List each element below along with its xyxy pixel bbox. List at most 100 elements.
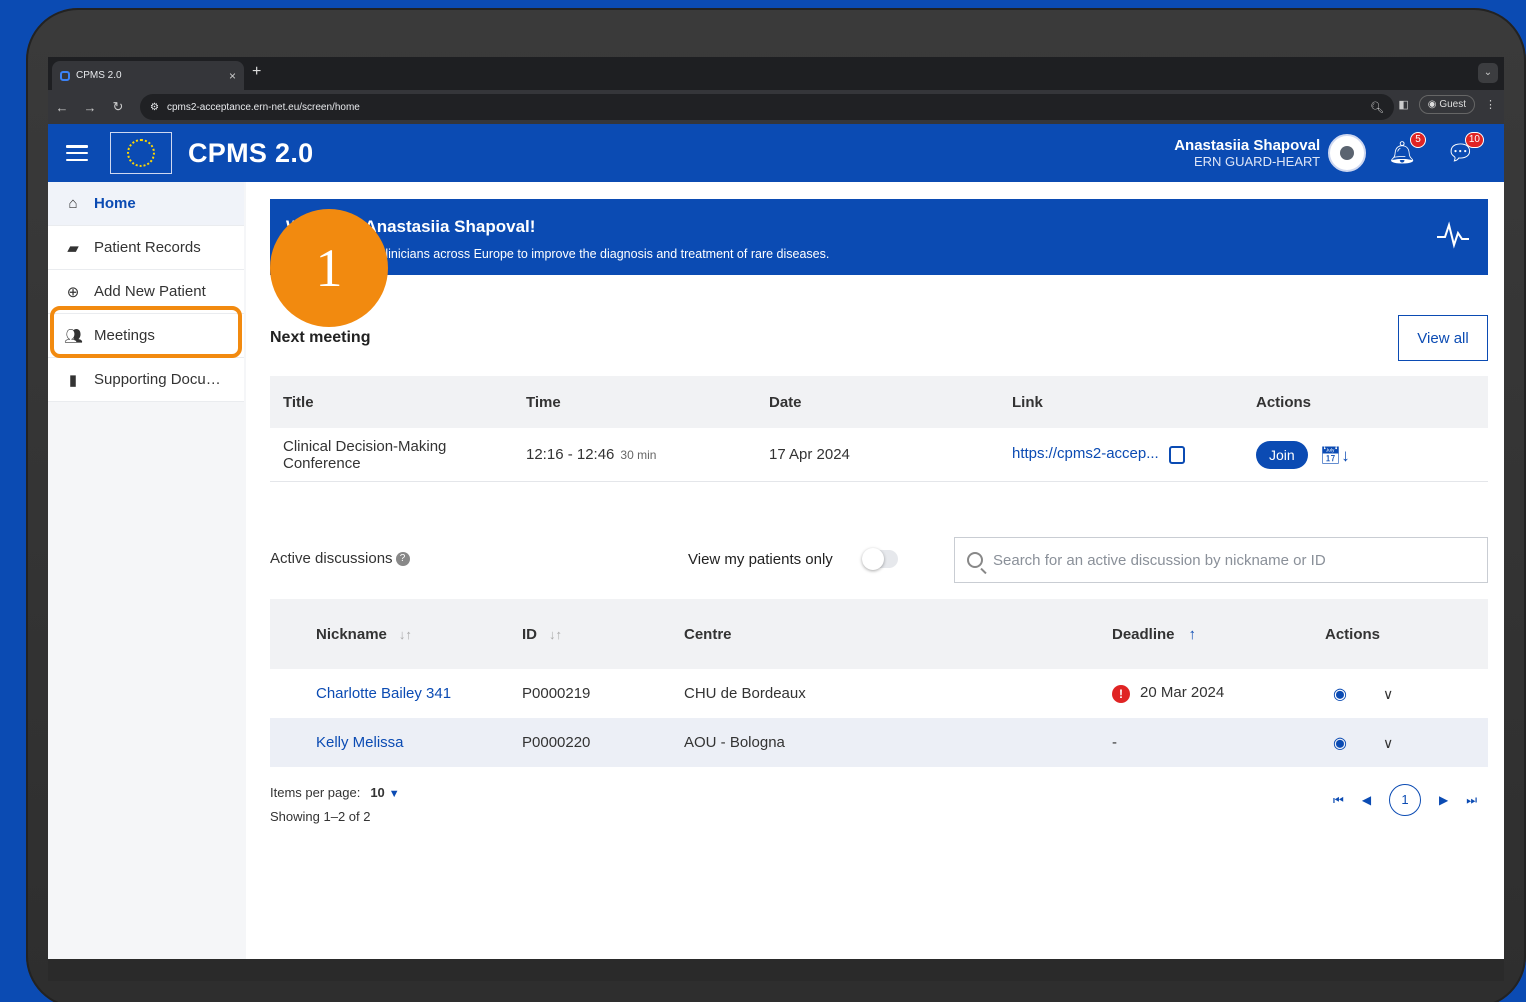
- welcome-banner: Welcome Anastasiia Shapoval! Collaborate…: [270, 199, 1488, 275]
- view-all-button[interactable]: View all: [1398, 315, 1488, 361]
- favicon-icon: [60, 70, 70, 81]
- app-header: CPMS 2.0 Anastasiia Shapoval ERN GUARD-H…: [48, 124, 1504, 182]
- column-header-nickname[interactable]: Nickname ↓↑: [270, 626, 522, 643]
- view-eye-icon[interactable]: ◉: [1333, 735, 1347, 752]
- sidebar-item-label: Home: [94, 195, 136, 212]
- meeting-actions: Join 📅︎↓: [1243, 440, 1488, 469]
- plus-circle-icon: ⊕: [66, 283, 80, 301]
- sort-icon[interactable]: ↓↑: [549, 627, 562, 642]
- meetings-highlight-box: [50, 306, 242, 358]
- back-icon[interactable]: ←: [48, 100, 76, 115]
- sidebar-item-patient-records[interactable]: ▰ Patient Records: [48, 226, 244, 270]
- active-discussions-label: Active discussions?: [270, 550, 410, 567]
- file-icon: ▮: [68, 371, 78, 389]
- next-meeting-title: Next meeting: [270, 329, 371, 346]
- sidebar-item-label: Supporting Docu…: [94, 371, 221, 388]
- browser-menu-icon[interactable]: ⋮: [1485, 98, 1496, 111]
- table-row[interactable]: Charlotte Bailey 341 P0000219 CHU de Bor…: [270, 669, 1488, 718]
- help-icon[interactable]: ?: [395, 552, 410, 567]
- view-eye-icon[interactable]: ◉: [1333, 686, 1347, 703]
- tab-search-button[interactable]: ⌄: [1478, 63, 1498, 83]
- nickname-header-label: Nickname: [316, 625, 387, 643]
- browser-tab[interactable]: CPMS 2.0 ×: [52, 61, 244, 90]
- patient-nickname[interactable]: Charlotte Bailey 341: [270, 685, 522, 702]
- home-icon: ⌂: [68, 195, 78, 212]
- join-button[interactable]: Join: [1256, 440, 1308, 469]
- next-page-icon[interactable]: ▶: [1439, 793, 1448, 807]
- meeting-date: 17 Apr 2024: [769, 446, 850, 463]
- sidebar-item-home[interactable]: ⌂ Home: [48, 182, 244, 226]
- meeting-link[interactable]: https://cpms2-accep...: [1012, 445, 1159, 462]
- menu-icon[interactable]: [66, 145, 88, 161]
- search-input[interactable]: [993, 551, 1463, 569]
- chevron-down-icon[interactable]: ∨: [1383, 735, 1393, 751]
- prev-page-icon[interactable]: ◀: [1362, 793, 1371, 807]
- notifications-badge: 5: [1410, 132, 1427, 148]
- avatar[interactable]: [1328, 134, 1367, 172]
- chevron-down-icon[interactable]: ∨: [1383, 686, 1393, 702]
- welcome-text: Welcome Anastasiia Shapoval!: [286, 217, 536, 236]
- showing-count: Showing 1–2 of 2: [270, 809, 371, 824]
- overdue-alert-icon: !: [1112, 684, 1130, 703]
- calendar-download-icon[interactable]: 📅︎↓: [1320, 446, 1350, 466]
- page-number-button[interactable]: 1: [1389, 784, 1422, 816]
- discussion-search[interactable]: [954, 537, 1488, 583]
- site-info-icon[interactable]: ⚙: [150, 102, 159, 113]
- patient-centre: CHU de Bordeaux: [684, 685, 806, 702]
- folder-icon: ▰: [67, 239, 79, 257]
- patient-id: P0000220: [522, 734, 591, 751]
- sidebar-item-supporting-documents[interactable]: ▮ Supporting Docu…: [48, 358, 244, 402]
- items-per-page-label: Items per page:: [270, 785, 361, 800]
- tab-title: CPMS 2.0: [76, 70, 122, 81]
- tab-close-icon[interactable]: ×: [229, 69, 236, 83]
- new-tab-button[interactable]: +: [252, 63, 261, 81]
- deadline-header-label: Deadline: [1112, 625, 1175, 643]
- last-page-icon[interactable]: ⏭: [1466, 793, 1477, 808]
- user-info[interactable]: Anastasiia Shapoval ERN GUARD-HEART: [1174, 137, 1320, 169]
- address-bar: ← → ↻ ⚙ cpms2-acceptance.ern-net.eu/scre…: [48, 90, 1504, 124]
- sort-ascending-icon[interactable]: ↑: [1189, 626, 1197, 643]
- notifications-button[interactable]: 🔔︎ 5: [1388, 132, 1427, 166]
- profile-button[interactable]: ◉ Guest: [1418, 95, 1475, 114]
- caret-down-icon[interactable]: ▼: [389, 788, 400, 800]
- table-row: Clinical Decision-Making Conference 12:1…: [270, 428, 1488, 482]
- zoom-icon[interactable]: 🔍︎: [1370, 101, 1384, 114]
- active-discussions-text: Active discussions: [270, 550, 393, 567]
- first-page-icon[interactable]: ⏮: [1333, 793, 1344, 808]
- side-panel-icon[interactable]: ◧: [1398, 98, 1408, 111]
- user-name: Anastasiia Shapoval: [1174, 137, 1321, 154]
- reload-icon[interactable]: ↻: [104, 99, 132, 115]
- deadline: 20 Mar 2024: [1140, 684, 1225, 702]
- heartbeat-icon: [1436, 221, 1470, 256]
- sort-icon[interactable]: ↓↑: [399, 627, 412, 642]
- step-marker: 1: [270, 209, 388, 327]
- column-header-id[interactable]: ID ↓↑: [522, 626, 684, 643]
- column-header-deadline[interactable]: Deadline ↑: [1112, 626, 1325, 643]
- column-header-actions: Actions: [1325, 625, 1381, 643]
- device-bottom-bezel: [48, 959, 1504, 981]
- copy-icon[interactable]: [1168, 445, 1185, 464]
- messages-button[interactable]: 💬︎ 10: [1446, 132, 1484, 166]
- patient-id: P0000219: [522, 685, 591, 702]
- app-title: CPMS 2.0: [188, 137, 314, 168]
- table-row[interactable]: Kelly Melissa P0000220 AOU - Bologna - ◉…: [270, 718, 1488, 767]
- meeting-link-cell: https://cpms2-accep...: [999, 445, 1243, 464]
- meeting-time: 12:16 - 12:46: [526, 446, 615, 463]
- column-header-time: Time: [526, 393, 561, 411]
- sidebar-item-label: Add New Patient: [94, 283, 206, 300]
- url-field[interactable]: ⚙ cpms2-acceptance.ern-net.eu/screen/hom…: [140, 94, 1394, 120]
- table-header: Nickname ↓↑ ID ↓↑ Centre Deadline ↑ Actions: [270, 599, 1488, 669]
- forward-icon[interactable]: →: [76, 100, 104, 115]
- row-actions: ◉ ∨: [1325, 733, 1488, 753]
- patient-nickname[interactable]: Kelly Melissa: [270, 734, 522, 751]
- items-per-page-select[interactable]: 10: [370, 785, 384, 800]
- row-actions: ◉ ∨: [1325, 684, 1488, 704]
- sidebar-item-label: Patient Records: [94, 239, 201, 256]
- user-org: ERN GUARD-HEART: [1193, 154, 1321, 169]
- table-header: Title Time Date Link Actions: [270, 376, 1488, 428]
- id-header-label: ID: [522, 625, 537, 643]
- welcome-subtitle: Collaborate with clinicians across Europ…: [286, 247, 830, 261]
- my-patients-toggle[interactable]: [862, 548, 898, 570]
- messages-badge: 10: [1464, 132, 1484, 148]
- eu-flag-logo: [110, 132, 172, 174]
